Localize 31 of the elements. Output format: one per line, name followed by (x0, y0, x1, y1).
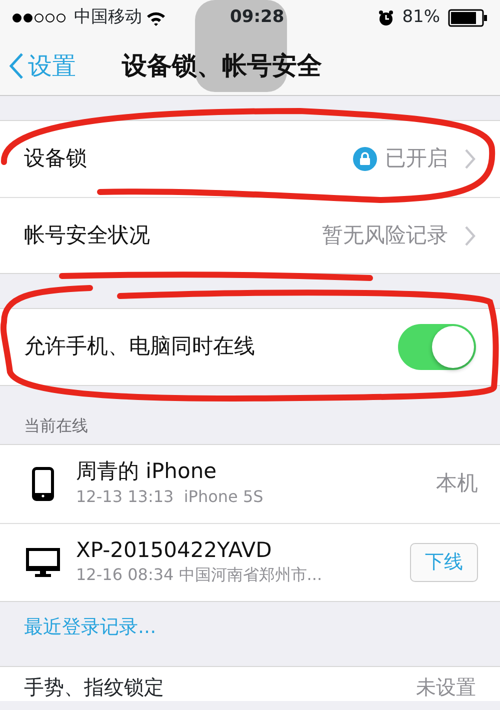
setting-label: 手势、指纹锁定 (24, 675, 164, 699)
setting-label: 帐号安全状况 (24, 222, 150, 249)
chevron-icon (464, 224, 476, 246)
status-time: 09:28 (230, 6, 284, 30)
device-name: 周青的 iPhone (76, 459, 218, 485)
toggle-switch[interactable] (398, 324, 476, 370)
device-detail: 12-16 08:34 中国河南省郑州市... (76, 564, 324, 586)
setting-row[interactable]: 帐号安全状况 暂无风险记录 (0, 197, 500, 273)
phone-icon (32, 467, 54, 501)
carrier-name: 中国移动 (74, 6, 142, 30)
setting-value: 已开启 (385, 145, 448, 172)
battery-icon (448, 9, 488, 27)
wifi-icon (146, 10, 166, 26)
setting-value: 暂无风险记录 (322, 222, 448, 249)
device-detail: 12-13 13:13 iPhone 5S (76, 486, 264, 508)
battery-percent: 81% (402, 6, 440, 30)
alarm-icon (378, 10, 394, 26)
device-name: XP-20150422YAVD (76, 538, 273, 564)
back-chevron-icon (8, 52, 24, 80)
logout-button[interactable]: 下线 (410, 543, 478, 582)
chevron-icon (464, 148, 476, 170)
setting-row[interactable]: 设备锁 已开启 (0, 121, 500, 197)
setting-value: 未设置 (416, 675, 476, 699)
setting-label: 允许手机、电脑同时在线 (24, 333, 255, 360)
setting-label: 设备锁 (24, 145, 87, 172)
device-status: 本机 (436, 470, 478, 498)
back-button[interactable]: 设置 (8, 48, 76, 84)
section-header: 当前在线 (24, 415, 88, 437)
page-title: 设备锁、帐号安全 (122, 50, 322, 82)
monitor-icon (26, 548, 60, 578)
recent-logins-link[interactable]: 最近登录记录... (24, 612, 156, 642)
